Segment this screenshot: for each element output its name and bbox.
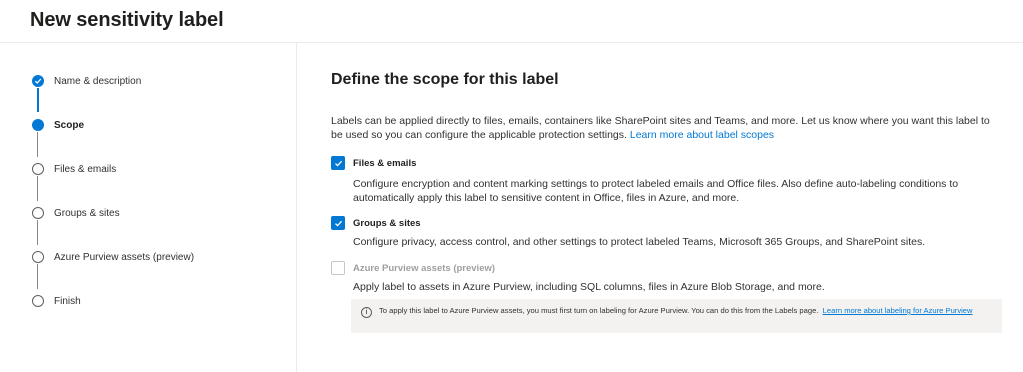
- groups-sites-option[interactable]: Groups & sites: [331, 216, 421, 230]
- step-connector: [37, 88, 39, 112]
- checkmark-icon: [334, 220, 342, 227]
- azure-purview-checkbox: [331, 261, 345, 275]
- option-description: Apply label to assets in Azure Purview, …: [353, 281, 825, 293]
- sidebar-divider: [296, 43, 297, 372]
- option-description: Configure encryption and content marking…: [353, 178, 959, 204]
- option-label: Files & emails: [353, 157, 417, 169]
- groups-sites-checkbox[interactable]: [331, 216, 345, 230]
- step-label: Finish: [54, 295, 81, 307]
- step-label: Scope: [54, 119, 85, 131]
- intro-paragraph: Labels can be applied directly to files,…: [331, 114, 999, 142]
- step-label: Name & description: [54, 75, 142, 87]
- wizard-steps: Name & description Scope Files & emails …: [0, 43, 296, 372]
- check-icon: [32, 75, 44, 87]
- step-label: Azure Purview assets (preview): [54, 251, 195, 263]
- pending-step-icon: [32, 207, 44, 219]
- step-azure-purview-assets[interactable]: Azure Purview assets (preview): [32, 250, 194, 264]
- step-scope[interactable]: Scope: [32, 118, 84, 132]
- step-label: Groups & sites: [54, 207, 120, 219]
- files-emails-option[interactable]: Files & emails: [331, 156, 416, 170]
- step-finish[interactable]: Finish: [32, 294, 81, 308]
- info-message-bar: i To apply this label to Azure Purview a…: [351, 299, 1002, 333]
- pending-step-icon: [32, 251, 44, 263]
- option-label: Azure Purview assets (preview): [353, 262, 496, 274]
- info-icon: i: [361, 307, 372, 318]
- step-files-emails[interactable]: Files & emails: [32, 162, 116, 176]
- info-text: To apply this label to Azure Purview ass…: [379, 306, 819, 315]
- pending-step-icon: [32, 163, 44, 175]
- section-heading: Define the scope for this label: [331, 71, 559, 88]
- purview-labeling-link[interactable]: Learn more about labeling for Azure Purv…: [823, 306, 973, 315]
- files-emails-checkbox[interactable]: [331, 156, 345, 170]
- step-groups-sites[interactable]: Groups & sites: [32, 206, 120, 220]
- label-scopes-link[interactable]: Learn more about label scopes: [630, 129, 774, 141]
- option-description: Configure privacy, access control, and o…: [353, 236, 926, 248]
- step-connector: [37, 264, 38, 289]
- page-title: New sensitivity label: [30, 9, 224, 31]
- current-step-icon: [32, 119, 44, 131]
- pending-step-icon: [32, 295, 44, 307]
- checkmark-icon: [334, 160, 342, 167]
- azure-purview-option: Azure Purview assets (preview): [331, 261, 495, 275]
- step-connector: [37, 176, 38, 201]
- step-connector: [37, 220, 38, 245]
- step-connector: [37, 132, 38, 157]
- option-label: Groups & sites: [353, 217, 421, 229]
- step-label: Files & emails: [54, 163, 117, 175]
- info-message: To apply this label to Azure Purview ass…: [379, 306, 999, 316]
- step-name-description[interactable]: Name & description: [32, 74, 141, 88]
